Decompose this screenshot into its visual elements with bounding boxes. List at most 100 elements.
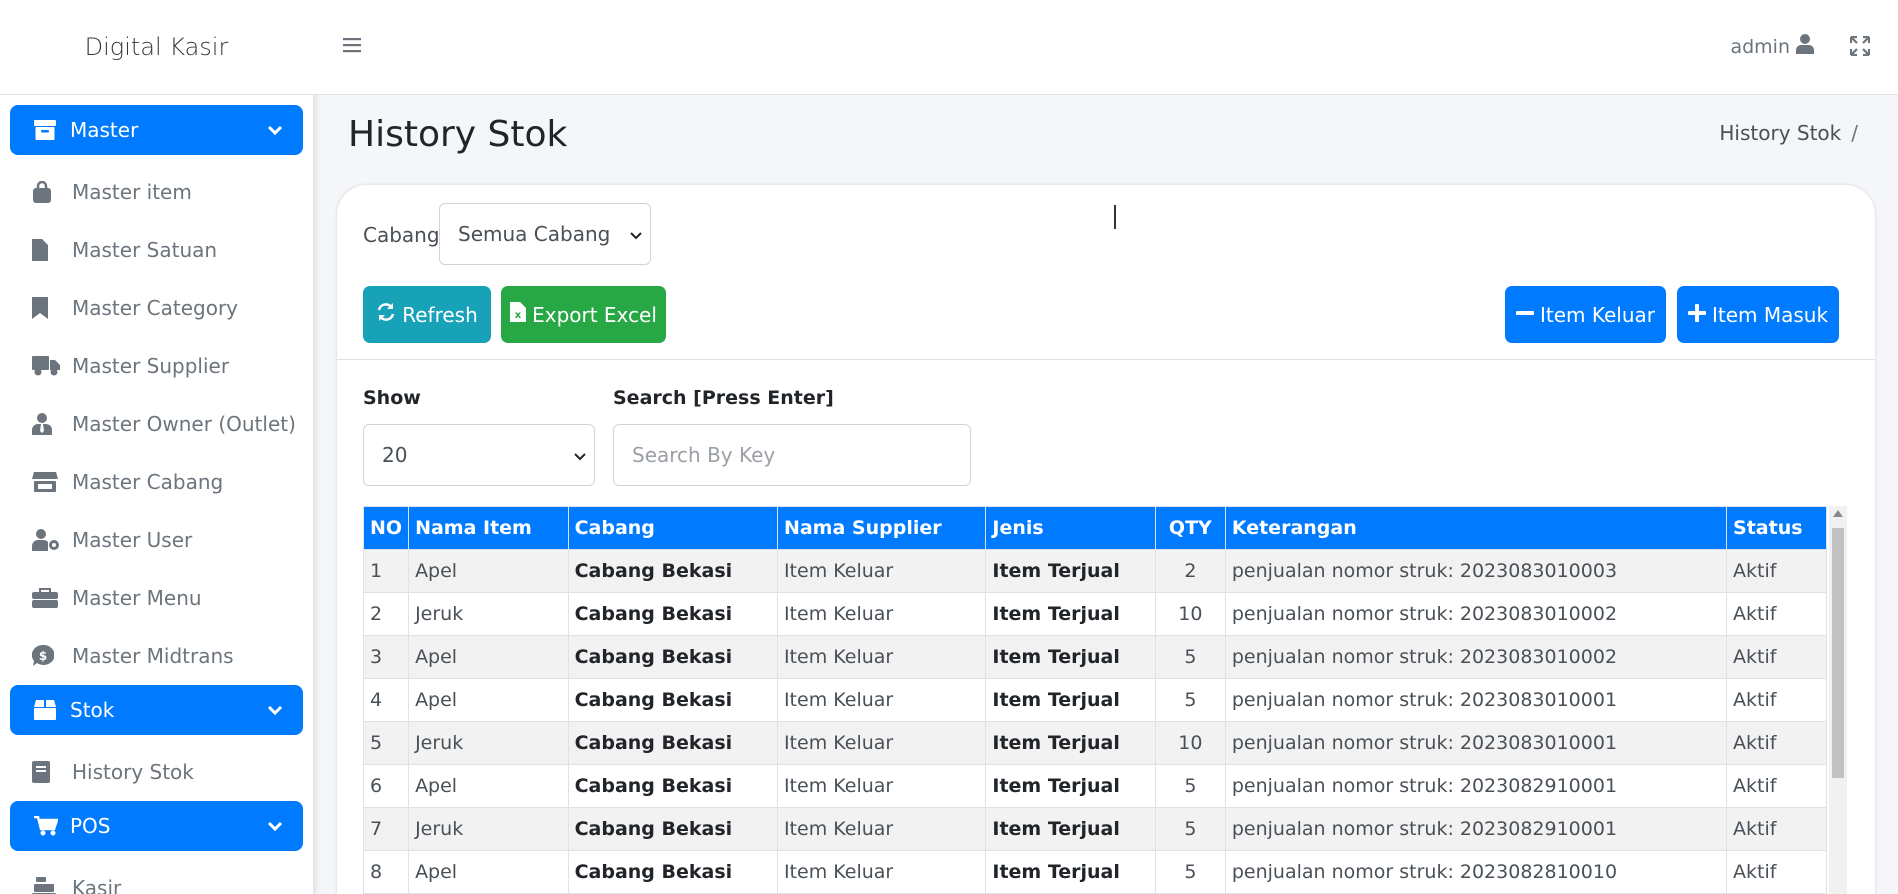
cell-cabang: Cabang Bekasi [567, 764, 778, 808]
item-keluar-button[interactable]: Item Keluar [1505, 286, 1666, 343]
item-masuk-label: Item Masuk [1711, 302, 1829, 327]
column-header[interactable]: NO [363, 506, 410, 550]
sidebar-nav: Master Master item Master Satuan Master … [0, 95, 313, 894]
scrollbar-thumb[interactable] [1832, 528, 1844, 778]
sidebar-item-label: Master item [72, 180, 192, 204]
history-table: NO Nama Item Cabang Nama Supplier Jenis … [363, 506, 1827, 894]
history-table-container: NO Nama Item Cabang Nama Supplier Jenis … [363, 506, 1847, 894]
shopping-bag-icon [32, 181, 72, 203]
cell-no: 5 [363, 721, 410, 765]
cell-jenis: Item Terjual [985, 850, 1156, 894]
sidebar-item-master-menu[interactable]: Master Menu [0, 569, 313, 627]
export-label: Export Excel [532, 302, 657, 327]
sync-icon [376, 302, 396, 327]
sidebar-item-master-satuan[interactable]: Master Satuan [0, 221, 313, 279]
cell-keterangan: penjualan nomor struk: 2023082910001 [1224, 807, 1728, 851]
refresh-label: Refresh [402, 302, 478, 327]
table-row[interactable]: 7 Jeruk Cabang Bekasi Item Keluar Item Terju… [363, 807, 1827, 851]
brand-logo[interactable]: Digital Kasir [0, 0, 313, 95]
table-row[interactable]: 8 Apel Cabang Bekasi Item Keluar Item Terjua… [363, 850, 1827, 894]
table-header-row: NO Nama Item Cabang Nama Supplier Jenis … [363, 506, 1827, 550]
table-row[interactable]: 2 Jeruk Cabang Bekasi Item Keluar Item Terju… [363, 592, 1827, 636]
store-icon [32, 472, 72, 492]
column-header[interactable]: Cabang [567, 506, 778, 550]
svg-text:$: $ [39, 649, 47, 663]
sidebar-section-stok[interactable]: Stok [10, 685, 303, 735]
sidebar-item-master-owner[interactable]: Master Owner (Outlet) [0, 395, 313, 453]
search-input[interactable] [613, 424, 971, 486]
table-row[interactable]: 1 Apel Cabang Bekasi Item Keluar Item Terjua… [363, 549, 1827, 593]
show-label: Show [363, 387, 421, 409]
cell-status: Aktif [1726, 807, 1827, 851]
book-icon [32, 761, 72, 783]
cell-keterangan: penjualan nomor struk: 2023083010002 [1224, 635, 1728, 679]
cell-nama-item: Apel [408, 635, 569, 679]
minus-icon [1515, 303, 1534, 327]
sidebar-item-label: Master Menu [72, 586, 202, 610]
sidebar-item-label: Kasir [72, 876, 122, 894]
sidebar-item-label: Master Supplier [72, 354, 230, 378]
cell-qty: 10 [1154, 592, 1226, 636]
fullscreen-icon[interactable] [1849, 35, 1871, 60]
column-header[interactable]: Jenis [985, 506, 1156, 550]
sidebar-item-master-cabang[interactable]: Master Cabang [0, 453, 313, 511]
cell-nama-item: Apel [408, 764, 569, 808]
sidebar-item-master-category[interactable]: Master Category [0, 279, 313, 337]
sidebar-section-label: POS [70, 814, 111, 838]
cell-no: 7 [363, 807, 410, 851]
sidebar-item-label: Master Satuan [72, 238, 218, 262]
cell-cabang: Cabang Bekasi [567, 635, 778, 679]
sidebar-item-master-supplier[interactable]: Master Supplier [0, 337, 313, 395]
item-masuk-button[interactable]: Item Masuk [1677, 286, 1839, 343]
cell-keterangan: penjualan nomor struk: 2023082910001 [1224, 764, 1728, 808]
sidebar-section-pos[interactable]: POS [10, 801, 303, 851]
cell-supplier: Item Keluar [776, 592, 987, 636]
chevron-down-icon [574, 443, 586, 467]
cell-no: 8 [363, 850, 410, 894]
sidebar-item-master-item[interactable]: Master item [0, 163, 313, 221]
refresh-button[interactable]: Refresh [363, 286, 491, 343]
sidebar-item-label: Master Owner (Outlet) [72, 412, 296, 436]
cell-nama-item: Jeruk [408, 807, 569, 851]
cart-icon [34, 816, 70, 836]
sidebar-item-kasir[interactable]: Kasir [0, 859, 313, 894]
sidebar-item-master-midtrans[interactable]: $ Master Midtrans [0, 627, 313, 685]
table-row[interactable]: 4 Apel Cabang Bekasi Item Keluar Item Terjua… [363, 678, 1827, 722]
chevron-down-icon [267, 815, 283, 839]
sidebar-item-master-user[interactable]: Master User [0, 511, 313, 569]
cell-no: 3 [363, 635, 410, 679]
scroll-up-icon[interactable] [1833, 510, 1843, 517]
cabang-select[interactable]: Semua Cabang [439, 203, 651, 265]
cell-cabang: Cabang Bekasi [567, 549, 778, 593]
plus-icon [1687, 303, 1706, 327]
cell-qty: 5 [1154, 764, 1226, 808]
table-row[interactable]: 3 Apel Cabang Bekasi Item Keluar Item Terjua… [363, 635, 1827, 679]
sidebar-item-label: Master Cabang [72, 470, 224, 494]
column-header[interactable]: Nama Supplier [776, 506, 987, 550]
column-header[interactable]: Status [1726, 506, 1827, 550]
table-row[interactable]: 6 Apel Cabang Bekasi Item Keluar Item Terjua… [363, 764, 1827, 808]
cell-supplier: Item Keluar [776, 807, 987, 851]
show-select-value: 20 [382, 443, 408, 467]
menu-toggle-icon[interactable] [343, 37, 361, 57]
cell-status: Aktif [1726, 850, 1827, 894]
column-header[interactable]: QTY [1154, 506, 1226, 550]
sidebar-section-master[interactable]: Master [10, 105, 303, 155]
cell-keterangan: penjualan nomor struk: 2023082810010 [1224, 850, 1728, 894]
user-tie-icon [32, 413, 72, 435]
sidebar-item-history-stok[interactable]: History Stok [0, 743, 313, 801]
cell-nama-item: Apel [408, 850, 569, 894]
cell-status: Aktif [1726, 592, 1827, 636]
sidebar-item-label: Master User [72, 528, 193, 552]
user-menu[interactable]: admin [1730, 34, 1814, 59]
cell-supplier: Item Keluar [776, 764, 987, 808]
breadcrumb-item[interactable]: History Stok [1719, 121, 1841, 145]
cell-supplier: Item Keluar [776, 678, 987, 722]
show-select[interactable]: 20 [363, 424, 595, 486]
column-header[interactable]: Keterangan [1224, 506, 1728, 550]
export-excel-button[interactable]: x Export Excel [501, 286, 666, 343]
table-scrollbar[interactable] [1829, 506, 1847, 894]
column-header[interactable]: Nama Item [408, 506, 569, 550]
table-row[interactable]: 5 Jeruk Cabang Bekasi Item Keluar Item Terju… [363, 721, 1827, 765]
box-icon [34, 700, 70, 720]
